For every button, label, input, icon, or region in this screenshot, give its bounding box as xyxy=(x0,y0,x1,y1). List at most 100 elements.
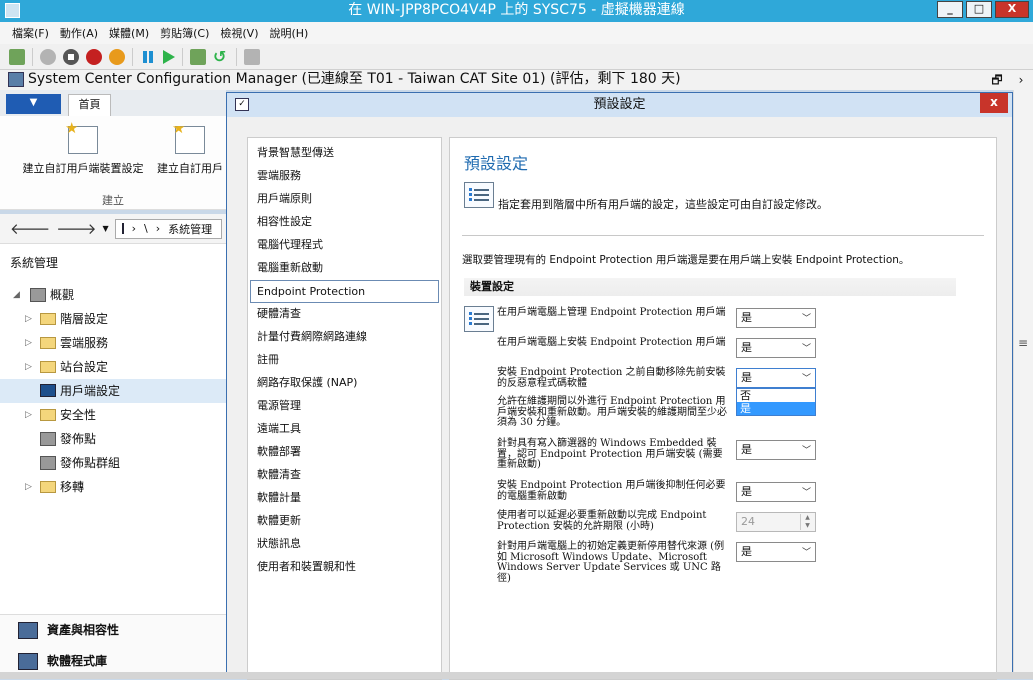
expand-arrow-icon[interactable]: ▷ xyxy=(25,355,35,379)
suppress-restart-select[interactable]: 是 ﹀ xyxy=(736,482,816,502)
install-ep-select[interactable]: 是 ﹀ xyxy=(736,338,816,358)
settings-category-item[interactable]: Endpoint Protection xyxy=(250,280,439,303)
ribbon-group-label: 建立 xyxy=(102,194,124,207)
pause-icon[interactable] xyxy=(140,49,156,65)
back-arrow-icon[interactable]: 🡐 xyxy=(10,219,50,238)
settings-category-item[interactable]: 電源管理 xyxy=(248,395,441,418)
settings-category-item[interactable]: 狀態訊息 xyxy=(248,533,441,556)
ctrl-alt-del-icon[interactable] xyxy=(9,48,25,65)
tree-item-overview[interactable]: ◢ 概觀 xyxy=(0,283,226,307)
breadcrumb-root[interactable]: \ xyxy=(144,222,148,235)
menu-view[interactable]: 檢視(V) xyxy=(220,25,258,41)
settings-category-item[interactable]: 用戶端原則 xyxy=(248,188,441,211)
tree-item-site-configuration[interactable]: ▷ 站台設定 xyxy=(0,355,226,379)
setting-label-embedded-commit: 針對具有寫入篩選器的 Windows Embedded 裝置，認可 Endpoi… xyxy=(497,438,723,470)
turn-off-icon[interactable] xyxy=(63,48,79,65)
embedded-commit-select[interactable]: 是 ﹀ xyxy=(736,440,816,460)
settings-category-item[interactable]: 軟體部署 xyxy=(248,441,441,464)
settings-category-item[interactable]: 註冊 xyxy=(248,349,441,372)
restart-deadline-stepper[interactable]: 24 ▲ ▼ xyxy=(736,512,816,532)
computer-icon xyxy=(121,223,124,234)
settings-category-item[interactable]: 軟體計量 xyxy=(248,487,441,510)
forward-arrow-icon[interactable]: 🡒 xyxy=(56,219,96,238)
tree-item-label: 階層設定 xyxy=(60,312,109,326)
settings-category-item[interactable]: 軟體更新 xyxy=(248,510,441,533)
restore-button[interactable]: 🗗 xyxy=(987,71,1007,90)
tree-item-security[interactable]: ▷ 安全性 xyxy=(0,403,226,427)
tree-item-cloud-services[interactable]: ▷ 雲端服務 xyxy=(0,331,226,355)
ribbon-tab-bar: ▼ 首頁 xyxy=(0,90,226,116)
menu-clipboard[interactable]: 剪貼簿(C) xyxy=(160,25,209,41)
horizontal-scrollbar[interactable] xyxy=(0,672,1033,679)
minimize-button[interactable]: _ xyxy=(937,1,963,18)
create-custom-client-device-settings-button[interactable]: 建立自訂用戶端裝置設定 xyxy=(16,119,150,176)
panel-description: 指定套用到階層中所有用戶端的設定，這些設定可由自訂設定修改。 xyxy=(498,198,828,211)
expand-arrow-icon[interactable]: ▷ xyxy=(25,403,35,427)
checkpoint-icon[interactable] xyxy=(190,48,206,65)
breadcrumb-administration[interactable]: 系統管理 xyxy=(168,221,212,237)
ribbon: ▼ 首頁 建立自訂用戶端裝置設定 建立自訂用戶 建立 xyxy=(0,90,226,210)
distribution-point-icon xyxy=(40,432,56,446)
settings-category-item[interactable]: 電腦重新啟動 xyxy=(248,257,441,280)
disable-alternate-sources-select[interactable]: 是 ﹀ xyxy=(736,542,816,562)
distribution-point-group-icon xyxy=(40,456,56,470)
menu-media[interactable]: 媒體(M) xyxy=(109,25,149,41)
tree-item-distribution-points[interactable]: 發佈點 xyxy=(0,427,226,451)
history-dropdown-icon[interactable]: ▼ xyxy=(102,224,108,233)
resume-icon[interactable] xyxy=(163,49,175,64)
folder-icon xyxy=(40,481,56,493)
start-icon[interactable] xyxy=(40,48,56,65)
breadcrumb[interactable]: › \ › 系統管理 › xyxy=(114,218,222,239)
settings-category-item[interactable]: 軟體清查 xyxy=(248,464,441,487)
menu-help[interactable]: 說明(H) xyxy=(269,25,308,41)
collapse-arrow-icon[interactable]: ◢ xyxy=(13,283,23,307)
stepper-value: 24 xyxy=(741,515,755,528)
dropdown-option-yes[interactable]: 是 xyxy=(737,402,815,415)
settings-category-item[interactable]: 使用者和裝置親和性 xyxy=(248,556,441,579)
navigation-bar: 🡐 🡒 ▼ › \ › 系統管理 › xyxy=(0,214,226,244)
folder-icon xyxy=(40,409,56,421)
workspace-assets-compliance[interactable]: 資產與相容性 xyxy=(0,615,226,646)
menu-file[interactable]: 檔案(F) xyxy=(12,25,49,41)
create-custom-client-user-settings-button[interactable]: 建立自訂用戶 xyxy=(154,126,226,176)
toolbar-separator xyxy=(236,47,237,66)
tree-item-label: 用戶端設定 xyxy=(60,384,121,398)
menu-action[interactable]: 動作(A) xyxy=(60,25,98,41)
settings-category-item[interactable]: 相容性設定 xyxy=(248,211,441,234)
settings-category-item[interactable]: 雲端服務 xyxy=(248,165,441,188)
dropdown-option-no[interactable]: 否 xyxy=(737,389,815,402)
more-button[interactable]: › xyxy=(1011,71,1031,90)
settings-form-icon xyxy=(172,126,205,154)
expand-arrow-icon[interactable]: ▷ xyxy=(25,307,35,331)
settings-category-item[interactable]: 背景智慧型傳送 xyxy=(248,142,441,165)
shutdown-icon[interactable] xyxy=(86,48,102,65)
tab-home[interactable]: 首頁 xyxy=(68,94,111,116)
file-menu-tab[interactable]: ▼ xyxy=(6,94,61,114)
splitter-grip-icon[interactable]: ≡ xyxy=(1018,336,1028,350)
tree-item-client-settings[interactable]: 用戶端設定 xyxy=(0,379,226,403)
settings-category-item[interactable]: 計量付費網際網路連線 xyxy=(248,326,441,349)
folder-icon xyxy=(40,361,56,373)
tree-item-hierarchy-settings[interactable]: ▷ 階層設定 xyxy=(0,307,226,331)
remove-previous-av-select[interactable]: 是 ﹀ xyxy=(736,368,816,388)
stepper-arrows-icon[interactable]: ▲ ▼ xyxy=(800,514,814,530)
power-icon[interactable] xyxy=(109,48,125,65)
tree-item-label: 雲端服務 xyxy=(60,336,109,350)
settings-category-item[interactable]: 電腦代理程式 xyxy=(248,234,441,257)
software-library-icon xyxy=(18,653,38,670)
tree-item-distribution-point-groups[interactable]: 發佈點群組 xyxy=(0,451,226,475)
settings-category-item[interactable]: 遠端工具 xyxy=(248,418,441,441)
settings-category-item[interactable]: 硬體清查 xyxy=(248,303,441,326)
tree-item-migration[interactable]: ▷ 移轉 xyxy=(0,475,226,499)
dialog-close-button[interactable]: x xyxy=(980,93,1008,113)
expand-arrow-icon[interactable]: ▷ xyxy=(25,331,35,355)
manage-ep-select[interactable]: 是 ﹀ xyxy=(736,308,816,328)
close-button[interactable]: X xyxy=(995,1,1029,18)
expand-arrow-icon[interactable]: ▷ xyxy=(25,475,35,499)
enhanced-session-icon[interactable] xyxy=(244,48,260,65)
maximize-button[interactable]: □ xyxy=(966,1,992,18)
chevron-down-icon: ﹀ xyxy=(801,488,811,498)
settings-category-list: 背景智慧型傳送 雲端服務 用戶端原則 相容性設定 電腦代理程式 電腦重新啟動 Endpoin… xyxy=(247,137,442,680)
revert-icon[interactable]: ↺ xyxy=(213,48,229,65)
settings-category-item[interactable]: 網路存取保護 (NAP) xyxy=(248,372,441,395)
